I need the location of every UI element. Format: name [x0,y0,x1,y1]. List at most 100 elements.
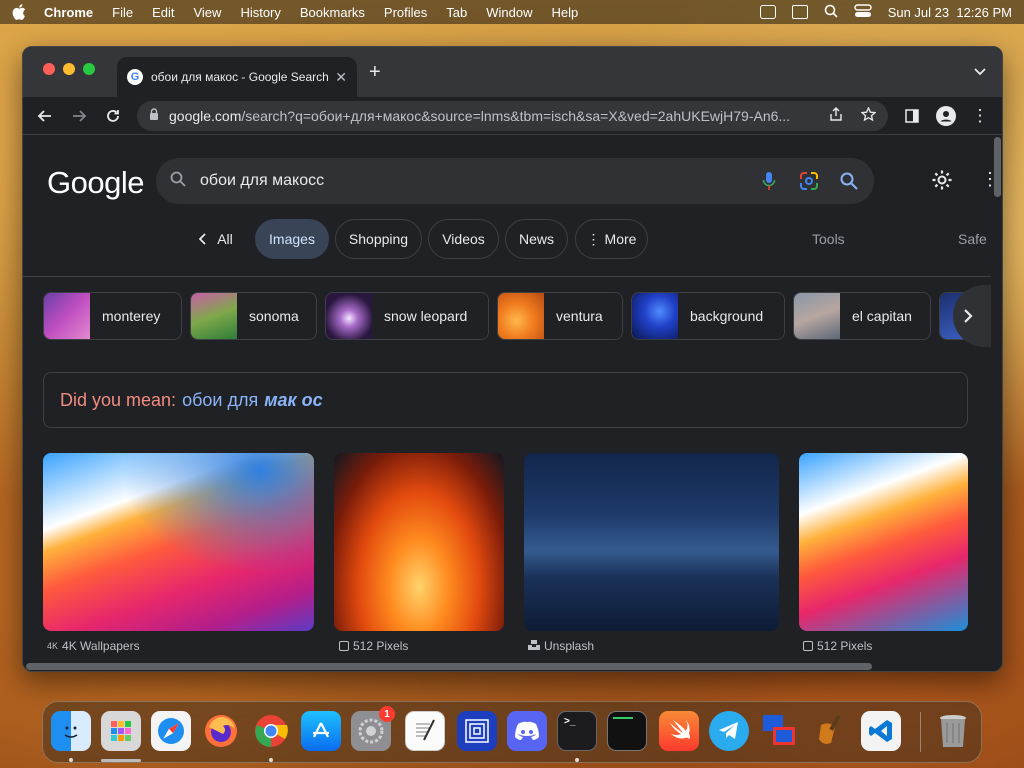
image-source-3[interactable]: Unsplash [528,639,594,653]
console-icon[interactable] [607,711,647,751]
google-apps-icon[interactable]: ⋮ [981,169,991,190]
share-icon[interactable] [829,107,843,124]
spotlight-icon[interactable] [824,4,838,21]
screen-mirror-icon[interactable] [791,5,808,19]
chrome-menu-icon[interactable]: ⋮ [966,102,994,130]
did-you-mean-link[interactable]: обои для мак ос [182,390,323,411]
suggestion-thumbnail [794,293,840,339]
image-source-1[interactable]: 4K 4K Wallpapers [47,639,140,653]
more-dots-icon: ⋮ [586,230,601,247]
horizontal-scrollbar[interactable] [23,659,991,671]
filter-chip-videos[interactable]: Videos [428,219,499,259]
bookmark-star-icon[interactable] [860,105,877,125]
back-button[interactable] [31,102,59,130]
telegram-icon[interactable] [709,711,749,751]
finder-icon[interactable] [51,711,91,751]
search-box[interactable]: обои для макосс [156,158,874,204]
suggestion-el-capitan[interactable]: el capitan [793,292,931,340]
launchpad-icon[interactable] [101,711,141,751]
dock-separator [920,712,921,752]
profile-avatar-icon[interactable] [932,102,960,130]
filter-chip-more[interactable]: ⋮ More [575,219,648,259]
vertical-scroll-thumb[interactable] [994,137,1001,197]
menu-edit[interactable]: Edit [152,5,174,20]
filter-chip-images[interactable]: Images [255,219,329,259]
menu-view[interactable]: View [193,5,221,20]
safari-icon[interactable] [151,711,191,751]
swift-icon[interactable] [659,711,699,751]
suggestion-thumbnail [498,293,544,339]
image-result-3[interactable] [524,453,779,631]
did-you-mean-label: Did you mean: [60,389,177,410]
terminal-icon[interactable]: >_ [557,711,597,751]
tools-button[interactable]: Tools [812,231,845,247]
forward-button[interactable] [65,102,93,130]
apple-icon[interactable] [12,4,26,20]
image-result-1[interactable] [43,453,314,631]
search-submit-icon[interactable] [838,170,860,192]
menu-history[interactable]: History [240,5,280,20]
tab-search-chevron-icon[interactable] [974,63,986,79]
google-lens-icon[interactable] [798,170,820,192]
textedit-icon[interactable] [405,711,445,751]
google-logo[interactable]: Google [47,165,144,201]
trash-icon[interactable] [933,711,973,751]
zoom-window-button[interactable] [83,63,95,75]
menubar-datetime[interactable]: Sun Jul 23 12:26 PM [888,5,1012,20]
image-source-label: 512 Pixels [817,639,873,653]
menu-bar: Chrome File Edit View History Bookmarks … [0,0,1024,24]
close-tab-icon[interactable]: ✕ [335,69,347,86]
image-source-2[interactable]: 512 Pixels [339,639,408,653]
512-pixels-icon [803,641,813,651]
search-input[interactable]: обои для макосс [200,172,740,190]
side-panel-icon[interactable] [898,102,926,130]
lock-icon[interactable] [149,107,159,124]
menu-app-chrome[interactable]: Chrome [44,5,93,20]
suggestion-sonoma[interactable]: sonoma [190,292,317,340]
keyboard-icon[interactable] [759,5,776,19]
microphone-icon[interactable] [758,170,780,192]
suggestion-label: el capitan [852,308,912,324]
vscode-icon[interactable] [861,711,901,751]
address-bar[interactable]: google.com/search?q=обои+для+макос&sourc… [137,100,888,131]
control-center-icon[interactable] [853,3,872,21]
suggestion-snow-leopard[interactable]: snow leopard [325,292,489,340]
terminal-running-dot [575,758,579,762]
filter-all-back[interactable]: All [191,219,241,259]
launchpad-running-dot [101,759,141,762]
image-source-label: 512 Pixels [353,639,409,653]
image-result-2[interactable] [334,453,504,631]
suggestion-ventura[interactable]: ventura [497,292,623,340]
new-tab-button[interactable]: + [369,61,381,84]
reload-button[interactable] [99,102,127,130]
app-store-icon[interactable] [301,711,341,751]
instruments-icon[interactable] [809,711,849,751]
firefox-icon[interactable] [201,711,241,751]
minimize-window-button[interactable] [63,63,75,75]
vertical-scrollbar[interactable] [991,135,1002,671]
menu-bookmarks[interactable]: Bookmarks [300,5,365,20]
filter-chip-news[interactable]: News [505,219,568,259]
menu-profiles[interactable]: Profiles [384,5,427,20]
image-source-4[interactable]: 512 Pixels [803,639,872,653]
system-settings-icon[interactable]: 1 [351,706,395,751]
did-you-mean-corrected: мак ос [264,389,323,410]
settings-gear-icon[interactable] [931,169,953,191]
menu-help[interactable]: Help [552,5,579,20]
remote-desktop-icon[interactable] [759,711,799,751]
url-text[interactable]: google.com/search?q=обои+для+макос&sourc… [169,108,819,124]
discord-icon[interactable] [507,711,547,751]
filter-chip-shopping[interactable]: Shopping [335,219,422,259]
suggestion-monterey[interactable]: monterey [43,292,182,340]
tab-google-search[interactable]: G обои для макос - Google Search ✕ [117,57,357,97]
horizontal-scroll-thumb[interactable] [26,663,872,670]
menu-tab[interactable]: Tab [446,5,467,20]
menu-file[interactable]: File [112,5,133,20]
image-result-4[interactable] [799,453,968,631]
suggestion-background[interactable]: background [631,292,785,340]
chrome-icon[interactable] [251,711,291,751]
screens-icon[interactable] [457,711,497,751]
safesearch-button[interactable]: Safe [958,231,987,247]
close-window-button[interactable] [43,63,55,75]
menu-window[interactable]: Window [486,5,532,20]
